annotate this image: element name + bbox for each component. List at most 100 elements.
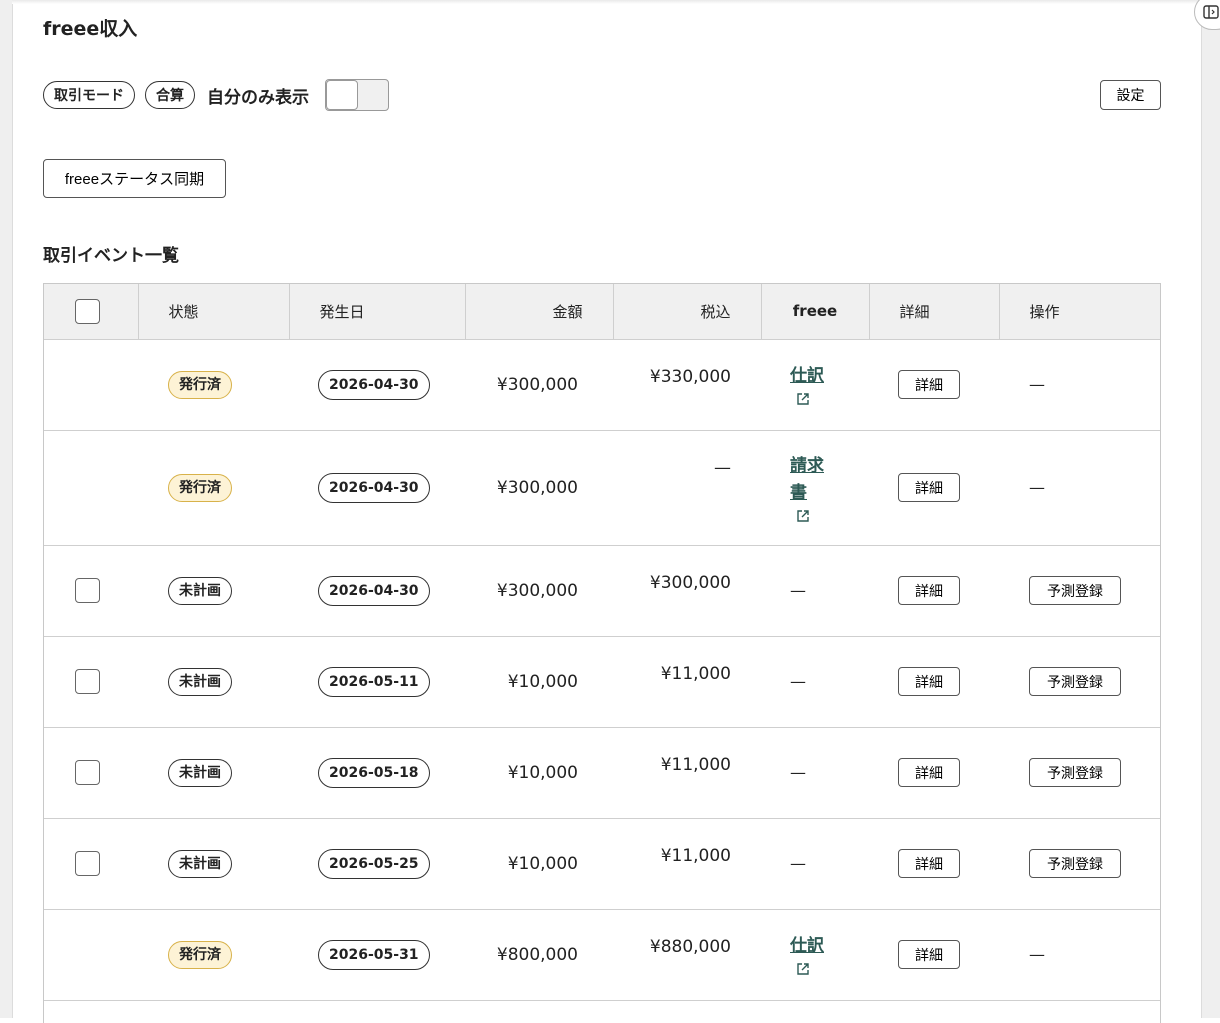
detail-button[interactable]: 詳細 [898, 849, 960, 878]
op-empty: — [1029, 945, 1045, 964]
date-pill: 2026-05-25 [318, 848, 430, 879]
header-select-all [44, 284, 139, 340]
status-badge: 発行済 [168, 370, 232, 399]
status-badge: 未計画 [168, 667, 232, 696]
detail-button[interactable]: 詳細 [898, 667, 960, 696]
cell-tax: ¥300,000 [613, 545, 761, 637]
row-checkbox[interactable] [75, 669, 100, 694]
detail-button[interactable]: 詳細 [898, 473, 960, 502]
cell-amount: ¥300,000 [465, 339, 613, 431]
cell-status: 発行済 [138, 909, 289, 1001]
cell-freee: — [761, 818, 869, 910]
cell-status: 発行済 [138, 430, 289, 546]
cell-select [44, 339, 138, 431]
cell-status: 未計画 [138, 727, 289, 819]
date-pill: 2026-04-30 [318, 575, 430, 606]
forecast-register-button[interactable]: 予測登録 [1029, 758, 1121, 787]
cell-freee: — [761, 545, 869, 637]
external-link-icon [797, 393, 809, 405]
forecast-register-button[interactable]: 予測登録 [1029, 849, 1121, 878]
cell-select [44, 545, 138, 637]
freee-empty: — [790, 581, 806, 600]
cell-select [44, 430, 138, 546]
mine-only-toggle[interactable] [325, 79, 389, 111]
freee-sync-button[interactable]: freeeステータス同期 [43, 159, 226, 198]
status-badge: 未計画 [168, 758, 232, 787]
date-pill: 2026-04-30 [318, 369, 430, 400]
table-row: 発行済 2026-04-30 ¥300,000— 請求書 詳細 — [44, 430, 1160, 546]
cell-date: 2026-05-31 [289, 909, 465, 1001]
forecast-register-button[interactable]: 予測登録 [1029, 667, 1121, 696]
cell-amount: ¥10,000 [465, 727, 613, 819]
cell-date: 2026-05-18 [289, 727, 465, 819]
cell-date: 2026-05-25 [289, 818, 465, 910]
cell-tax: ¥11,000 [613, 727, 761, 819]
cell-date: 2026-04-30 [289, 339, 465, 431]
op-empty: — [1029, 478, 1045, 497]
table-row: 未計画 2026-04-30 ¥300,000 ¥300,000 — 詳細 予測登録 [44, 545, 1160, 637]
row-checkbox[interactable] [75, 578, 100, 603]
cell-detail: 詳細 [869, 818, 999, 910]
cell-detail: 詳細 [869, 909, 999, 1001]
header-ops: 操作 [999, 284, 1160, 340]
cell-detail: 詳細 [869, 545, 999, 637]
cell-detail: 詳細 [869, 727, 999, 819]
date-pill: 2026-04-30 [318, 472, 430, 503]
cell-select [44, 636, 138, 728]
cell-tax: ¥880,000 [613, 909, 761, 1001]
cell-date: 2026-05-11 [289, 636, 465, 728]
cell-freee: 請求書 [761, 430, 869, 546]
cell-freee: 仕訳 [761, 339, 869, 431]
date-pill: 2026-05-18 [318, 757, 430, 788]
page-title: freee収入 [43, 18, 138, 40]
detail-button[interactable]: 詳細 [898, 758, 960, 787]
cell-status: 未計画 [138, 545, 289, 637]
row-checkbox[interactable] [75, 851, 100, 876]
header-detail: 詳細 [869, 284, 1000, 340]
cell-tax: — [613, 430, 761, 546]
cell-select [44, 818, 138, 910]
left-rail [0, 0, 13, 1018]
freee-link[interactable]: 仕訳 [790, 933, 830, 960]
settings-button[interactable]: 設定 [1100, 80, 1161, 110]
table-row: 未計画 2026-05-25 ¥10,000 ¥11,000 — 詳細 予測登録 [44, 818, 1160, 910]
panel-toggle-button[interactable] [1194, 0, 1220, 30]
status-badge: 未計画 [168, 576, 232, 605]
detail-button[interactable]: 詳細 [898, 370, 960, 399]
header-tax: 税込 [613, 284, 762, 340]
detail-button[interactable]: 詳細 [898, 576, 960, 605]
header-freee: freee [761, 284, 870, 340]
external-link-icon [797, 509, 809, 522]
events-table: 状態 発生日 金額 税込 freee 詳細 操作 発行済 2026-04-30 ¥3… [43, 283, 1161, 1023]
freee-link[interactable]: 請求書 [790, 453, 830, 507]
cell-detail: 詳細 [869, 339, 999, 431]
op-empty: — [1029, 375, 1045, 394]
header-amount: 金額 [465, 284, 614, 340]
cell-ops: 予測登録 [999, 727, 1160, 819]
select-all-checkbox[interactable] [75, 298, 100, 324]
cell-date: 2026-04-30 [289, 545, 465, 637]
table-row: 発行済 2026-05-31 ¥800,000 ¥880,000 仕訳 詳細 — [44, 909, 1160, 1001]
status-badge: 未計画 [168, 849, 232, 878]
forecast-register-button[interactable]: 予測登録 [1029, 576, 1121, 605]
freee-empty: — [790, 672, 806, 691]
cell-ops: — [999, 909, 1160, 1001]
cell-tax: ¥11,000 [613, 636, 761, 728]
freee-empty: — [790, 763, 806, 782]
mode-button[interactable]: 取引モード [43, 81, 135, 109]
table-row: 未計画 2026-05-18 ¥10,000 ¥11,000 — 詳細 予測登録 [44, 727, 1160, 819]
cell-ops: 予測登録 [999, 636, 1160, 728]
sum-button[interactable]: 合算 [145, 81, 195, 109]
table-row: 未計画 2026-05-11 ¥10,000 ¥11,000 — 詳細 予測登録 [44, 636, 1160, 728]
status-badge: 発行済 [168, 473, 232, 502]
cell-ops: 予測登録 [999, 545, 1160, 637]
cell-freee: 仕訳 [761, 909, 869, 1001]
detail-button[interactable]: 詳細 [898, 940, 960, 969]
row-checkbox[interactable] [75, 760, 100, 785]
status-badge: 発行済 [168, 940, 232, 969]
cell-freee: — [761, 636, 869, 728]
freee-link[interactable]: 仕訳 [790, 363, 830, 390]
date-pill: 2026-05-11 [318, 666, 430, 697]
right-rail [1194, 0, 1220, 1018]
cell-select [44, 727, 138, 819]
